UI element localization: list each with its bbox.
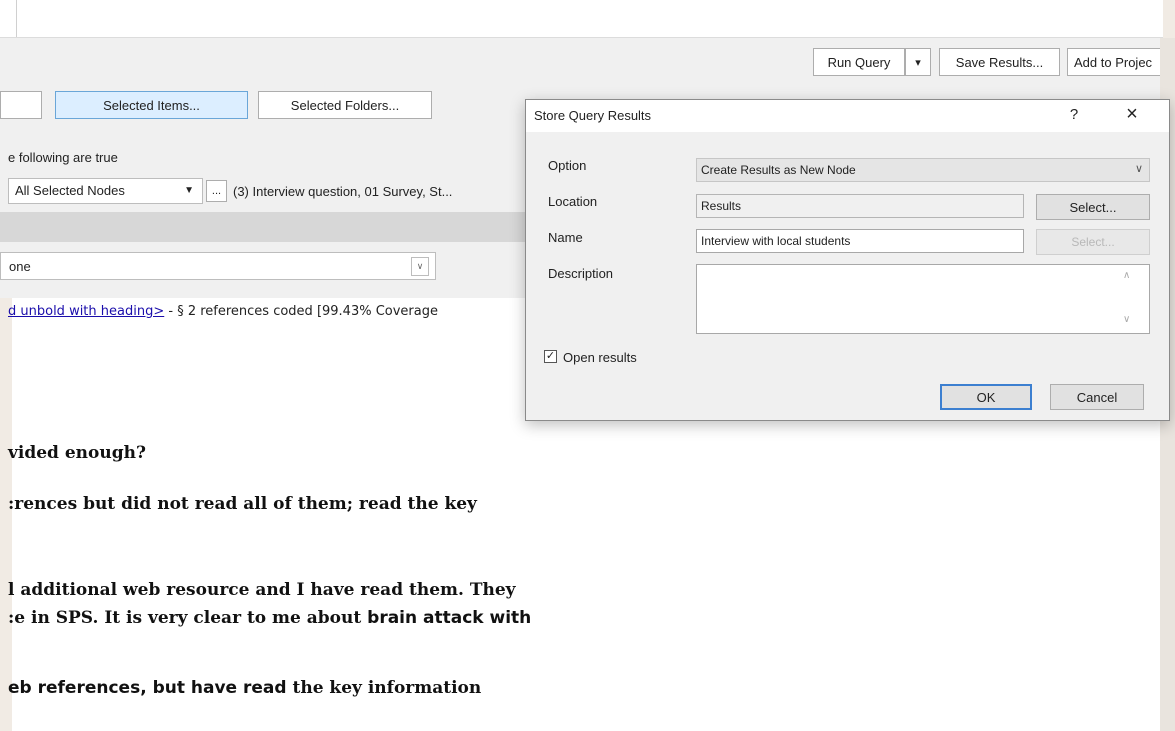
nodes-list-text: (3) Interview question, 01 Survey, St... [233,184,453,199]
selected-folders-button[interactable]: Selected Folders... [258,91,432,119]
top-bar [0,0,1163,38]
results-reference-line: d unbold with heading> - § 2 references … [8,304,438,319]
open-results-label: Open results [563,350,637,365]
location-select-button[interactable]: Select... [1036,194,1150,220]
save-results-button[interactable]: Save Results... [939,48,1060,76]
ok-button[interactable]: OK [940,384,1032,410]
source-link[interactable]: d unbold with heading> [8,304,164,319]
cancel-button[interactable]: Cancel [1050,384,1144,410]
document-line: l additional web resource and I have rea… [8,580,516,600]
document-line: :e in SPS. It is very clear to me about … [8,608,532,628]
name-input[interactable]: Interview with local students [696,229,1024,253]
chevron-down-icon: ▼ [184,185,194,196]
option-select[interactable]: Create Results as New Node ∨ [696,158,1150,182]
description-label: Description [548,266,614,281]
run-query-button[interactable]: Run Query [813,48,905,76]
name-label: Name [548,230,583,245]
coverage-text: - § 2 references coded [99.43% Coverage [164,304,438,319]
location-label: Location [548,194,598,209]
run-query-dropdown-icon[interactable]: ▾ [905,48,931,76]
dialog-title: Store Query Results [534,108,652,123]
document-line: vided enough? [8,443,146,463]
none-combo[interactable]: one ∨ [0,252,436,280]
add-to-project-button[interactable]: Add to Projec [1067,48,1175,76]
document-line: :rences but did not read all of them; re… [8,494,477,514]
none-combo-value: one [9,259,31,274]
store-query-results-dialog: Store Query Results ? × Option Create Re… [525,99,1170,421]
option-value: Create Results as New Node [701,163,856,177]
description-textarea[interactable] [696,264,1150,334]
document-line: eb references, but have read the key inf… [8,678,482,698]
selected-items-button[interactable]: Selected Items... [55,91,248,119]
browse-nodes-button[interactable]: ... [206,180,227,202]
chevron-down-icon: ∨ [1134,163,1143,175]
scroll-up-icon[interactable]: ∧ [1123,270,1130,281]
scroll-down-icon[interactable]: ∨ [1123,314,1130,325]
nodes-combo-value: All Selected Nodes [15,183,125,198]
name-select-button-disabled: Select... [1036,229,1150,255]
criteria-band [0,212,525,242]
close-icon[interactable]: × [1118,103,1146,126]
criteria-text: e following are true [8,150,118,165]
location-field: Results [696,194,1024,218]
help-icon[interactable]: ? [1064,106,1084,123]
open-results-checkbox[interactable]: ✓ [544,350,557,363]
scope-button-partial[interactable] [0,91,42,119]
option-label: Option [548,158,587,173]
dialog-titlebar: Store Query Results ? × [526,100,1169,132]
chevron-down-icon: ∨ [411,257,429,276]
nodes-combo[interactable]: All Selected Nodes ▼ [8,178,203,204]
